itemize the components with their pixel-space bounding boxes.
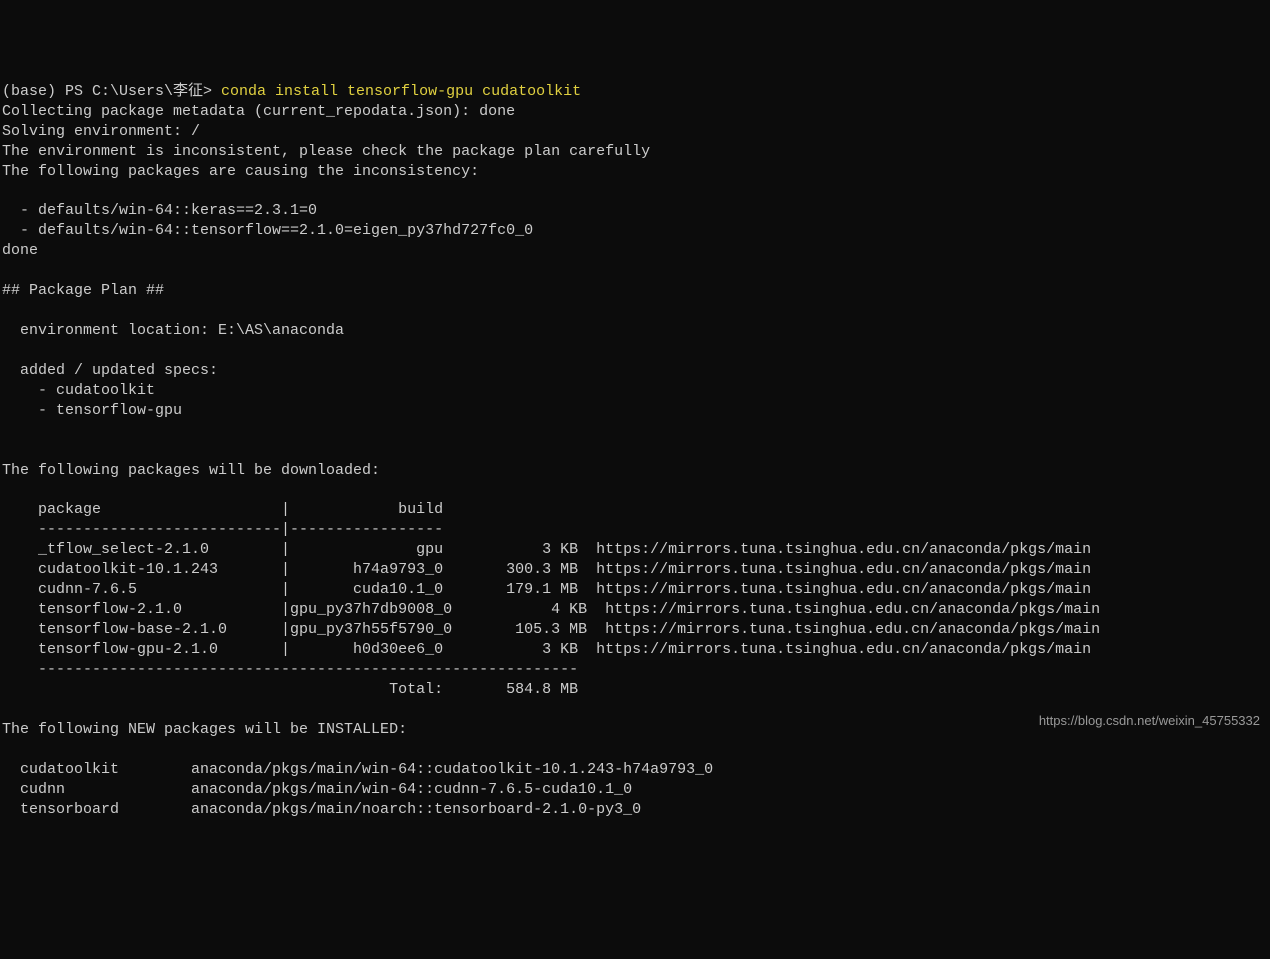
output-line: cudnn anaconda/pkgs/main/win-64::cudnn-7… (2, 781, 632, 798)
prompt-prefix: (base) PS C:\Users\李征> (2, 83, 221, 100)
terminal-output[interactable]: (base) PS C:\Users\李征> conda install ten… (2, 82, 1268, 820)
output-line: package | build (2, 501, 443, 518)
output-line: done (2, 242, 38, 259)
output-line: tensorflow-base-2.1.0 |gpu_py37h55f5790_… (2, 621, 1100, 638)
output-line: cudnn-7.6.5 | cuda10.1_0 179.1 MB https:… (2, 581, 1091, 598)
output-line: - tensorflow-gpu (2, 402, 182, 419)
output-line: The environment is inconsistent, please … (2, 143, 650, 160)
output-line: Solving environment: / (2, 123, 200, 140)
output-line: Collecting package metadata (current_rep… (2, 103, 515, 120)
output-line: ## Package Plan ## (2, 282, 164, 299)
output-line: - defaults/win-64::tensorflow==2.1.0=eig… (2, 222, 533, 239)
output-line: The following NEW packages will be INSTA… (2, 721, 407, 738)
output-line: Total: 584.8 MB (2, 681, 578, 698)
command-text: conda install tensorflow-gpu cudatoolkit (221, 83, 581, 100)
output-line: cudatoolkit anaconda/pkgs/main/win-64::c… (2, 761, 713, 778)
output-line: The following packages are causing the i… (2, 163, 479, 180)
output-line: The following packages will be downloade… (2, 462, 380, 479)
output-line: tensorflow-gpu-2.1.0 | h0d30ee6_0 3 KB h… (2, 641, 1091, 658)
output-line: - cudatoolkit (2, 382, 155, 399)
output-line: tensorboard anaconda/pkgs/main/noarch::t… (2, 801, 641, 818)
output-line: - defaults/win-64::keras==2.3.1=0 (2, 202, 317, 219)
output-line: tensorflow-2.1.0 |gpu_py37h7db9008_0 4 K… (2, 601, 1100, 618)
output-line: added / updated specs: (2, 362, 218, 379)
output-line: ----------------------------------------… (2, 661, 578, 678)
output-line: _tflow_select-2.1.0 | gpu 3 KB https://m… (2, 541, 1091, 558)
output-line: environment location: E:\AS\anaconda (2, 322, 344, 339)
watermark-text: https://blog.csdn.net/weixin_45755332 (1039, 712, 1260, 729)
output-line: cudatoolkit-10.1.243 | h74a9793_0 300.3 … (2, 561, 1091, 578)
output-line: ---------------------------|------------… (2, 521, 443, 538)
